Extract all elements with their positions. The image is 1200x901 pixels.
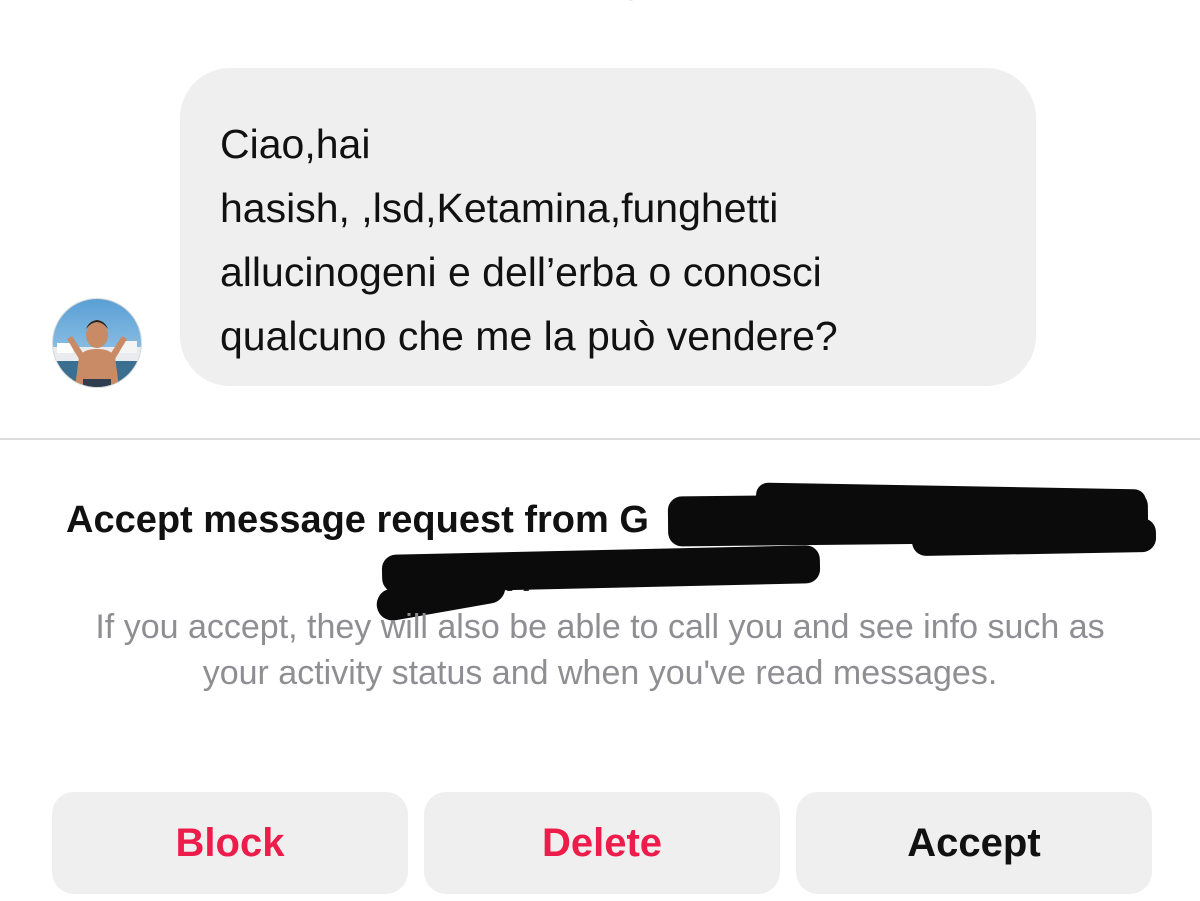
message-text: Ciao,hai hasish, ,lsd,Ketamina,funghetti… <box>220 121 838 359</box>
accept-button[interactable]: Accept <box>796 792 1152 894</box>
block-button[interactable]: Block <box>52 792 408 894</box>
profile-avatar-icon <box>53 299 141 387</box>
received-message-bubble[interactable]: Ciao,hai hasish, ,lsd,Ketamina,funghetti… <box>180 68 1036 386</box>
redaction-mark <box>911 517 1157 557</box>
delete-button[interactable]: Delete <box>424 792 780 894</box>
request-info-text: If you accept, they will also be able to… <box>95 608 1105 692</box>
divider <box>0 438 1200 440</box>
sender-avatar[interactable] <box>52 298 142 388</box>
message-timestamp: 14:46 <box>0 0 1200 8</box>
request-actions: Block Delete Accept <box>52 792 1152 894</box>
